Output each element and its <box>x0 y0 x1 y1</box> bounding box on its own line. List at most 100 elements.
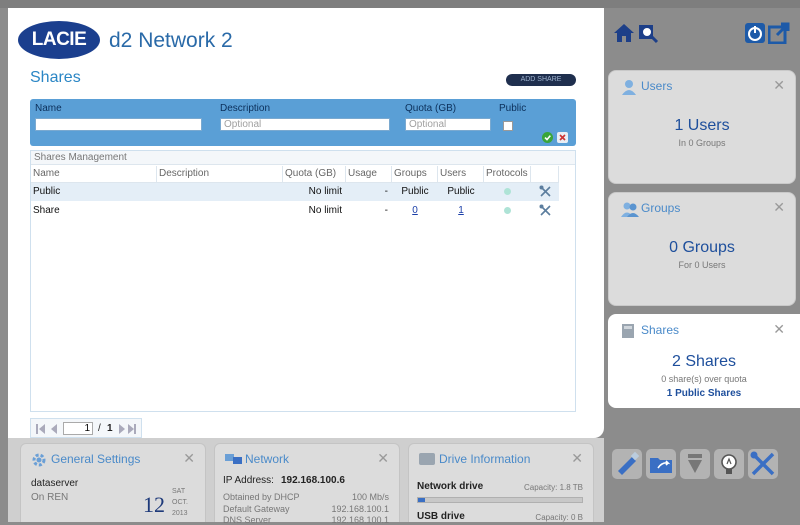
col-actions <box>531 166 559 182</box>
shares-count: 2 Shares <box>671 353 737 370</box>
next-page-icon[interactable] <box>119 424 125 434</box>
network-drive-capacity: Capacity: 1.8 TB <box>524 483 583 492</box>
close-icon[interactable]: ✕ <box>571 450 583 467</box>
pager: / 1 <box>30 418 142 438</box>
status-dot-icon <box>504 206 511 214</box>
cell-groups: Public <box>401 186 429 197</box>
users-link[interactable]: 1 <box>458 205 464 216</box>
drive-info-title: Drive Information <box>439 452 531 466</box>
users-count: 1 Users <box>674 117 730 134</box>
col-groups[interactable]: Groups <box>392 166 438 182</box>
groups-card-title: Groups <box>641 201 681 215</box>
external-link-icon[interactable] <box>768 22 790 44</box>
usb-drive-capacity: Capacity: 0 B <box>535 513 583 522</box>
shares-card-title: Shares <box>641 323 680 337</box>
public-checkbox[interactable] <box>503 121 513 131</box>
network-card[interactable]: Network ✕ IP Address: 192.168.100.6 Obta… <box>214 443 400 525</box>
support-tool-button[interactable] <box>714 449 744 479</box>
page-number-input[interactable] <box>63 422 93 435</box>
page-total: 1 <box>107 423 113 434</box>
groups-card[interactable]: Groups ✕ 0 Groups For 0 Users <box>608 192 796 306</box>
folder-share-icon <box>650 458 672 473</box>
quota-input[interactable] <box>405 118 491 131</box>
new-share-form: Name Description Quota (GB) Public <box>30 99 576 146</box>
protocols-status <box>484 202 531 220</box>
cell-name: Share <box>33 205 60 216</box>
cell-groups: 0 <box>392 202 438 220</box>
close-icon[interactable]: ✕ <box>773 321 785 338</box>
col-usage[interactable]: Usage <box>346 166 392 182</box>
col-users[interactable]: Users <box>438 166 484 182</box>
search-device-icon[interactable] <box>637 22 659 44</box>
cell-description <box>157 183 283 201</box>
shares-grid: Shares Management Name Description Quota… <box>30 150 576 412</box>
usb-drive-label: USB drive <box>417 511 465 522</box>
dns-label: DNS Server <box>223 515 272 525</box>
home-icon[interactable] <box>613 22 635 44</box>
dns-value: 192.168.100.1 <box>331 515 389 525</box>
lacie-logo: LACIE <box>18 21 100 59</box>
cell-usage: - <box>384 186 388 197</box>
general-settings-title: General Settings <box>51 452 141 466</box>
public-shares-link[interactable]: 1 Public Shares <box>609 388 799 399</box>
cell-users: Public <box>447 186 475 197</box>
prev-page-icon[interactable] <box>51 424 57 434</box>
tools-settings-button[interactable] <box>748 449 778 479</box>
top-strip <box>0 0 800 8</box>
shares-card[interactable]: Shares ✕ 2 Shares 0 share(s) over quota … <box>608 314 800 408</box>
cell-quota: No limit <box>308 186 342 197</box>
cell-quota: No limit <box>308 205 342 216</box>
usb-tool-button[interactable] <box>612 449 642 479</box>
main-panel: LACIE d2 Network 2 Shares ADD SHARE Name… <box>8 8 604 438</box>
first-page-icon[interactable] <box>36 424 38 434</box>
grid-title: Shares Management <box>31 151 575 165</box>
status-dot-icon <box>504 187 511 195</box>
wrench-screwdriver-icon <box>750 451 775 476</box>
first-page-arrow-icon[interactable] <box>39 424 45 434</box>
add-share-button[interactable]: ADD SHARE <box>506 74 576 86</box>
close-icon[interactable]: ✕ <box>377 450 389 467</box>
close-icon[interactable]: ✕ <box>773 77 785 94</box>
table-row[interactable]: Share No limit - 0 1 <box>31 202 559 220</box>
confirm-icon[interactable] <box>542 132 553 143</box>
cell-name: Public <box>33 186 61 197</box>
page-title: Shares <box>30 69 81 86</box>
cancel-icon[interactable] <box>557 132 568 143</box>
col-quota[interactable]: Quota (GB) <box>283 166 346 182</box>
close-icon[interactable]: ✕ <box>773 199 785 216</box>
download-icon <box>688 454 702 473</box>
product-name: d2 Network 2 <box>109 29 233 52</box>
user-icon <box>622 80 636 95</box>
network-title: Network <box>245 452 290 466</box>
edit-share-button[interactable] <box>531 183 559 201</box>
dhcp-text: Obtained by DHCP <box>223 492 300 502</box>
folder-share-button[interactable] <box>646 449 676 479</box>
download-tool-button[interactable] <box>680 449 710 479</box>
users-sub: In 0 Groups <box>678 138 726 148</box>
edit-share-button[interactable] <box>531 202 559 220</box>
users-card[interactable]: Users ✕ 1 Users In 0 Groups <box>608 70 796 184</box>
col-protocols[interactable]: Protocols <box>484 166 531 182</box>
gateway-label: Default Gateway <box>223 504 290 514</box>
share-drive-icon <box>622 324 634 338</box>
table-row[interactable]: Public No limit - Public Public <box>31 183 559 201</box>
gear-icon <box>32 453 46 467</box>
power-icon[interactable] <box>744 22 766 44</box>
close-icon[interactable]: ✕ <box>183 450 195 467</box>
protocols-status <box>484 183 531 201</box>
tools-icon <box>539 185 551 197</box>
network-icon <box>225 454 242 464</box>
name-input[interactable] <box>35 118 202 131</box>
description-input[interactable] <box>220 118 390 131</box>
last-page-icon[interactable] <box>134 424 136 434</box>
col-name[interactable]: Name <box>31 166 157 182</box>
general-settings-card[interactable]: General Settings ✕ dataserver On REN 12 … <box>20 443 206 522</box>
usage-fill <box>418 498 425 502</box>
drive-info-card[interactable]: Drive Information ✕ Network drive Capaci… <box>408 443 594 522</box>
date-day: 12 <box>143 492 165 517</box>
groups-link[interactable]: 0 <box>412 205 418 216</box>
status-text: On REN <box>31 492 69 503</box>
cell-description <box>157 202 283 220</box>
col-description[interactable]: Description <box>157 166 283 182</box>
tools-icon <box>539 204 551 216</box>
